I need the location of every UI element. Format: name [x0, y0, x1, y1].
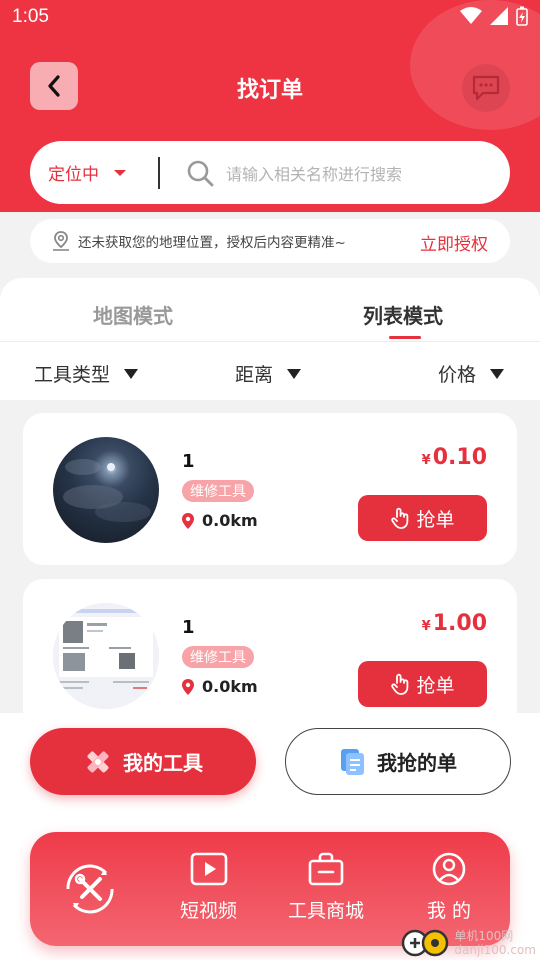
my-grabbed-label: 我抢的单 — [377, 751, 457, 775]
page-title: 找订单 — [236, 78, 303, 103]
grab-label: 抢单 — [416, 674, 455, 697]
user-icon — [432, 852, 466, 886]
grab-order-button[interactable]: 抢单 — [358, 495, 487, 541]
order-distance: 0.0km — [182, 511, 258, 530]
document-icon — [341, 748, 364, 775]
order-card[interactable]: 1 维修工具 0.0km ¥1.00 抢单 — [23, 579, 517, 731]
order-image — [53, 437, 159, 543]
tab-list-mode[interactable]: 列表模式 — [363, 300, 443, 329]
watermark-line2: danji100.com — [454, 943, 536, 957]
currency-symbol: ¥ — [421, 453, 431, 468]
distance-value: 0.0km — [202, 677, 258, 696]
filter-tool-type[interactable]: 工具类型 — [34, 360, 139, 387]
order-tag: 维修工具 — [182, 646, 254, 668]
grab-order-button[interactable]: 抢单 — [358, 661, 487, 707]
my-tools-button[interactable]: 我的工具 — [30, 728, 256, 795]
price-value: 1.00 — [432, 611, 487, 636]
tap-hand-icon — [391, 507, 409, 529]
status-icons — [460, 6, 528, 26]
tools-icon — [87, 751, 109, 772]
header: 1:05 找订单 定位中 请输入相关名称进行搜索 — [0, 0, 540, 212]
status-bar: 1:05 — [0, 0, 540, 36]
wifi-icon — [460, 7, 482, 24]
my-grabbed-orders-button[interactable]: 我抢的单 — [285, 728, 511, 795]
video-play-icon — [190, 852, 227, 886]
nav-short-video[interactable]: 短视频 — [180, 852, 237, 923]
screenshot-thumbnail-image — [53, 603, 159, 709]
location-selector[interactable]: 定位中 — [30, 160, 158, 185]
repair-tools-icon — [66, 864, 114, 914]
triangle-down-icon — [124, 368, 139, 379]
order-image — [53, 603, 159, 709]
message-button[interactable] — [462, 64, 510, 112]
nav-home[interactable] — [60, 859, 120, 919]
permission-text: 还未获取您的地理位置，授权后内容更精准~ — [78, 235, 346, 251]
search-input[interactable]: 请输入相关名称进行搜索 — [226, 161, 402, 185]
grab-label: 抢单 — [416, 508, 455, 531]
status-time: 1:05 — [12, 6, 49, 27]
price-value: 0.10 — [432, 445, 487, 470]
battery-icon — [516, 6, 528, 26]
watermark-line1: 单机100网 — [454, 929, 514, 943]
chat-bubble-icon — [472, 75, 500, 101]
filter-label: 距离 — [235, 364, 274, 386]
nav-label: 短视频 — [180, 900, 238, 922]
tap-hand-icon — [391, 673, 409, 695]
order-card[interactable]: 1 维修工具 0.0km ¥0.10 抢单 — [23, 413, 517, 565]
order-name: 1 — [182, 617, 195, 638]
filter-price[interactable]: 价格 — [438, 360, 505, 387]
caret-down-icon — [114, 169, 126, 176]
bottom-panel: 我的工具 我抢的单 短视频 工具商城 我 的 单机100网 danji100.c… — [0, 713, 540, 960]
tab-map-mode[interactable]: 地图模式 — [93, 300, 173, 329]
currency-symbol: ¥ — [421, 619, 431, 634]
tabs-divider — [0, 341, 540, 342]
order-price: ¥1.00 — [422, 611, 487, 636]
order-tag: 维修工具 — [182, 480, 254, 502]
signal-icon — [490, 7, 508, 25]
triangle-down-icon — [287, 368, 302, 379]
watermark-text: 单机100网 danji100.com — [454, 929, 536, 957]
order-name: 1 — [182, 451, 195, 472]
active-tab-indicator — [389, 336, 421, 339]
my-tools-label: 我的工具 — [123, 751, 203, 775]
nav-label: 我 的 — [427, 900, 472, 922]
nav-tool-mall[interactable]: 工具商城 — [288, 852, 364, 923]
nav-label: 工具商城 — [288, 900, 365, 922]
shopping-bag-icon — [308, 852, 344, 886]
filter-label: 工具类型 — [34, 364, 111, 386]
filter-label: 价格 — [438, 364, 477, 386]
authorize-link[interactable]: 立即授权 — [420, 230, 488, 255]
location-label: 定位中 — [48, 165, 99, 185]
watermark-logo-icon — [402, 929, 449, 957]
search-icon — [187, 160, 214, 186]
nav-profile[interactable]: 我 的 — [427, 852, 471, 923]
mode-tabs: 地图模式 列表模式 工具类型 距离 价格 — [0, 278, 540, 400]
location-marker-icon — [182, 678, 194, 695]
distance-value: 0.0km — [202, 511, 258, 530]
night-sky-image — [63, 459, 151, 522]
search-divider — [158, 156, 160, 189]
filter-distance[interactable]: 距离 — [235, 360, 302, 387]
watermark: 单机100网 danji100.com — [400, 928, 536, 958]
triangle-down-icon — [490, 368, 505, 379]
location-permission-bar: 还未获取您的地理位置，授权后内容更精准~ 立即授权 — [30, 219, 510, 263]
search-bar: 定位中 请输入相关名称进行搜索 — [30, 141, 510, 204]
order-price: ¥0.10 — [422, 445, 487, 470]
location-pin-icon — [53, 231, 69, 251]
order-distance: 0.0km — [182, 677, 258, 696]
location-marker-icon — [182, 512, 194, 529]
